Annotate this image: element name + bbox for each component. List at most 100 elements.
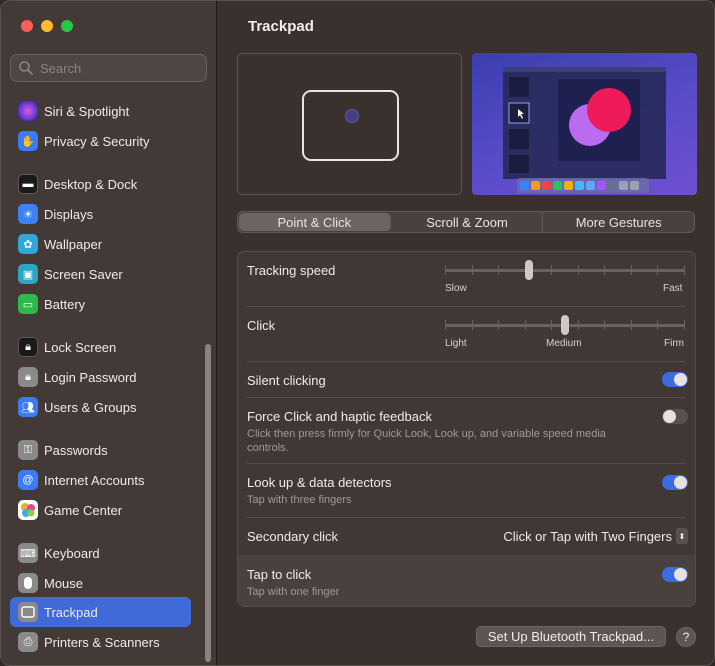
force-click-row: Force Click and haptic feedback Click th…: [238, 398, 695, 463]
silent-clicking-toggle[interactable]: [662, 372, 688, 387]
slider-knob[interactable]: [525, 260, 533, 280]
slider-tick: [684, 265, 685, 275]
sidebar-item-label: Desktop & Dock: [44, 176, 138, 192]
slider-knob[interactable]: [561, 315, 569, 335]
page-title: Trackpad: [248, 18, 314, 35]
sidebar-item-label: Screen Saver: [44, 266, 123, 282]
slider-tick: [498, 265, 499, 275]
sidebar-item-mouse[interactable]: Mouse: [10, 568, 191, 598]
setup-bluetooth-trackpad-button[interactable]: Set Up Bluetooth Trackpad...: [476, 626, 666, 647]
sidebar-item-game-center[interactable]: Game Center: [10, 495, 191, 525]
slider-tick: [578, 265, 579, 275]
hand-icon: ✋: [18, 131, 38, 151]
secondary-click-value: Click or Tap with Two Fingers: [503, 528, 672, 544]
sidebar-item-keyboard[interactable]: ⌨ Keyboard: [10, 538, 191, 568]
sidebar-item-passwords[interactable]: ⚿ Passwords: [10, 435, 191, 465]
slider-tick: [551, 320, 552, 330]
sidebar-item-label: Internet Accounts: [44, 472, 145, 488]
screen-saver-icon: ▣: [18, 264, 38, 284]
siri-icon: [18, 101, 38, 121]
force-click-label: Force Click and haptic feedback: [247, 409, 432, 424]
slider-tick: [631, 320, 632, 330]
close-window-button[interactable]: [21, 20, 33, 32]
slider-tick: [684, 320, 685, 330]
sidebar-item-label: Siri & Spotlight: [44, 103, 130, 119]
fast-label: Fast: [663, 283, 683, 294]
sidebar-item-trackpad[interactable]: Trackpad: [10, 597, 191, 627]
dock-icon: ▬: [18, 174, 38, 194]
sidebar-item-login-password[interactable]: 🔒︎ Login Password: [10, 362, 191, 392]
slider-tick: [498, 320, 499, 330]
click-label: Click: [247, 318, 276, 333]
search-icon: [19, 61, 33, 75]
force-click-toggle[interactable]: [662, 409, 688, 424]
gesture-preview-image: [472, 53, 697, 195]
tap-to-click-description: Tap with one finger: [247, 586, 340, 598]
slow-label: Slow: [445, 283, 467, 294]
sidebar-item-battery[interactable]: ▭ Battery: [10, 289, 191, 319]
flower-icon: ✿: [18, 234, 38, 254]
slider-tick: [657, 265, 658, 275]
look-up-toggle[interactable]: [662, 475, 688, 490]
trackpad-illustration: [237, 53, 462, 195]
settings-panel: Tracking speed Slow Fast Click Light Med…: [237, 251, 696, 607]
tracking-speed-label: Tracking speed: [247, 263, 336, 278]
sidebar-item-label: Users & Groups: [44, 399, 137, 415]
main-content: Trackpad Point & Click Scroll & Zoom Mor…: [218, 1, 714, 665]
sidebar-item-wallpaper[interactable]: ✿ Wallpaper: [10, 229, 191, 259]
slider-tick: [525, 320, 526, 330]
at-icon: @: [18, 470, 38, 490]
minimize-window-button[interactable]: [41, 20, 53, 32]
slider-tick: [631, 265, 632, 275]
click-force-slider[interactable]: [445, 315, 685, 335]
help-button[interactable]: ?: [676, 627, 696, 647]
sidebar-item-label: Lock Screen: [44, 339, 117, 355]
sidebar-item-printers-scanners[interactable]: ⎙ Printers & Scanners: [10, 627, 191, 657]
tap-to-click-toggle[interactable]: [662, 567, 688, 582]
sidebar-item-label: Keyboard: [44, 545, 100, 561]
trackpad-icon: [18, 602, 38, 622]
users-icon: 👥︎: [18, 397, 38, 417]
search-input[interactable]: [40, 60, 190, 76]
tab-scroll-zoom[interactable]: Scroll & Zoom: [392, 212, 544, 232]
sidebar-item-lock-screen[interactable]: 🔒︎ Lock Screen: [10, 332, 191, 362]
sidebar-nav: Siri & Spotlight ✋ Privacy & Security ▬ …: [1, 96, 201, 665]
sidebar-item-privacy-security[interactable]: ✋ Privacy & Security: [10, 126, 191, 156]
chevron-updown-icon: ⬍: [676, 528, 688, 544]
zoom-window-button[interactable]: [61, 20, 73, 32]
sidebar-item-label: Login Password: [44, 369, 137, 385]
sidebar-item-label: Trackpad: [44, 604, 98, 620]
sidebar-item-label: Privacy & Security: [44, 133, 150, 149]
slider-tick: [472, 320, 473, 330]
finger-dot: [345, 109, 359, 123]
medium-label: Medium: [546, 338, 582, 349]
search-field[interactable]: [10, 54, 207, 82]
tab-point-click[interactable]: Point & Click: [239, 213, 391, 231]
sidebar-item-displays[interactable]: ☀ Displays: [10, 199, 191, 229]
sidebar-scrollbar[interactable]: [205, 344, 211, 662]
sidebar-item-label: Displays: [44, 206, 94, 222]
tracking-speed-row: Tracking speed Slow Fast: [238, 252, 695, 306]
sidebar-item-label: Passwords: [44, 442, 108, 458]
firm-label: Firm: [664, 338, 684, 349]
sidebar-item-screen-saver[interactable]: ▣ Screen Saver: [10, 259, 191, 289]
sidebar-item-desktop-dock[interactable]: ▬ Desktop & Dock: [10, 169, 191, 199]
sidebar-item-label: Battery: [44, 296, 86, 312]
sidebar-item-internet-accounts[interactable]: @ Internet Accounts: [10, 465, 191, 495]
sidebar-item-label: Mouse: [44, 575, 84, 591]
force-click-description: Click then press firmly for Quick Look, …: [247, 428, 606, 454]
tracking-speed-slider[interactable]: [445, 260, 685, 280]
sidebar-item-siri-spotlight[interactable]: Siri & Spotlight: [10, 96, 191, 126]
sun-icon: ☀: [18, 204, 38, 224]
secondary-click-row: Secondary click Click or Tap with Two Fi…: [238, 518, 695, 555]
trackpad-graphic: [302, 90, 399, 161]
slider-tick: [445, 320, 446, 330]
slider-tick: [604, 320, 605, 330]
mouse-icon: [18, 573, 38, 593]
sidebar-item-label: Game Center: [44, 502, 123, 518]
tab-more-gestures[interactable]: More Gestures: [543, 212, 694, 232]
secondary-click-popup[interactable]: Click or Tap with Two Fingers ⬍: [503, 528, 688, 544]
keyboard-icon: ⌨: [18, 543, 38, 563]
sidebar-item-users-groups[interactable]: 👥︎ Users & Groups: [10, 392, 191, 422]
silent-clicking-label: Silent clicking: [247, 373, 326, 388]
